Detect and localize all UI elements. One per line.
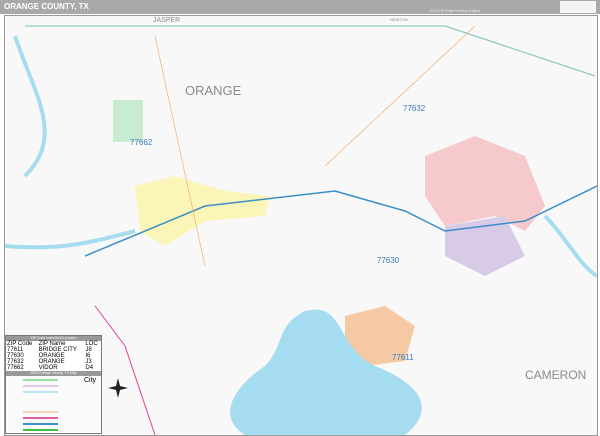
neighbor-label-newton: NEWTON (390, 17, 408, 22)
zip-label-77611: 77611 (392, 353, 414, 362)
zip-label-77632: 77632 (403, 104, 426, 113)
zip-label-77662: 77662 (130, 138, 153, 147)
key-swatches (23, 379, 58, 431)
city-key-label: City (84, 377, 97, 384)
compass-rose-icon (108, 378, 128, 398)
legend-panel: ZIP Code Index/Grid Location ZIP Code ZIP… (5, 335, 102, 434)
county-label: ORANGE (185, 83, 242, 98)
neighbor-label-jasper: JASPER (153, 17, 181, 24)
zip-label-77630: 77630 (377, 256, 400, 265)
neighbor-label-cameron: CAMERON (525, 368, 587, 382)
zip-index-table: ZIP Code ZIP Name LOC 77611 BRIDGE CITY J8 7… (6, 341, 101, 371)
logo (560, 1, 596, 13)
park-area (113, 100, 143, 142)
edition-label: 2023 ZIP Code Premium Edition (429, 9, 480, 13)
map-title: ORANGE COUNTY, TX (4, 2, 89, 11)
map-key: City (6, 376, 101, 432)
header-bar: ORANGE COUNTY, TX 2023 ZIP Code Premium … (0, 0, 600, 14)
